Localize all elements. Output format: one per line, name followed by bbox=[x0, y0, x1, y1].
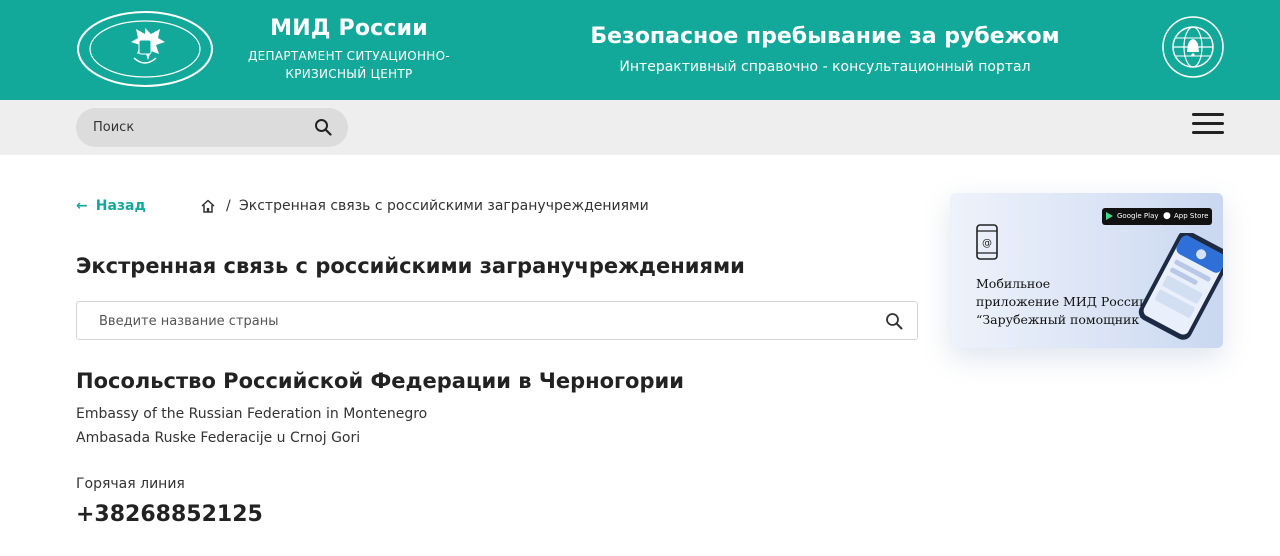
country-search-input[interactable]: Введите название страны bbox=[76, 301, 918, 340]
dskc-globe-logo[interactable] bbox=[1160, 14, 1226, 80]
google-play-label: Google Play bbox=[1117, 212, 1159, 220]
home-icon[interactable] bbox=[200, 198, 216, 214]
apple-icon: ● bbox=[1163, 211, 1171, 221]
page-title: Экстренная связь с российскими загранучр… bbox=[76, 254, 745, 278]
site-header: МИД России ДЕПАРТАМЕНТ СИТУАЦИОННО- КРИЗ… bbox=[0, 0, 1280, 100]
brand-block: МИД России ДЕПАРТАМЕНТ СИТУАЦИОННО- КРИЗ… bbox=[234, 16, 464, 83]
back-label: Назад bbox=[95, 198, 146, 214]
arrow-left-icon: ← bbox=[76, 198, 88, 214]
menu-bar bbox=[1192, 122, 1224, 125]
svg-text:@: @ bbox=[982, 238, 992, 249]
embassy-title-montenegrin: Ambasada Ruske Federacije u Crnoj Gori bbox=[76, 430, 361, 446]
search-icon[interactable] bbox=[885, 312, 903, 330]
brand-subtitle-line1: ДЕПАРТАМЕНТ СИТУАЦИОННО- bbox=[247, 49, 451, 63]
embassy-title-english: Embassy of the Russian Federation in Mon… bbox=[76, 406, 428, 422]
brand-title[interactable]: МИД России bbox=[234, 16, 464, 41]
portal-block: Безопасное пребывание за рубежом Интерак… bbox=[590, 24, 1060, 75]
hotline-phone-number[interactable]: +38268852125 bbox=[76, 502, 263, 527]
google-play-badge[interactable]: Google Play bbox=[1102, 208, 1163, 225]
embassy-title: Посольство Российской Федерации в Черног… bbox=[76, 369, 684, 393]
promo-line1: Мобильное bbox=[976, 276, 1051, 291]
brand-subtitle-line2: КРИЗИСНЫЙ ЦЕНТР bbox=[285, 67, 413, 81]
back-link[interactable]: ← Назад bbox=[76, 198, 146, 214]
app-store-label: App Store bbox=[1174, 212, 1209, 220]
mid-emblem-logo[interactable] bbox=[76, 10, 214, 88]
promo-line3: “Зарубежный помощник” bbox=[976, 312, 1146, 327]
google-play-icon bbox=[1106, 212, 1113, 220]
hotline-label: Горячая линия bbox=[76, 476, 185, 492]
portal-title[interactable]: Безопасное пребывание за рубежом bbox=[590, 24, 1060, 49]
menu-bar bbox=[1192, 131, 1224, 134]
phone-screenshot-illustration bbox=[1138, 233, 1223, 340]
mobile-phone-icon: @ bbox=[976, 224, 998, 260]
promo-text: Мобильное приложение МИД России “Зарубеж… bbox=[976, 275, 1148, 329]
site-search-input[interactable]: Поиск bbox=[76, 108, 348, 147]
menu-bar bbox=[1192, 113, 1224, 116]
app-store-badge[interactable]: ● App Store bbox=[1159, 208, 1213, 225]
breadcrumb-separator: / bbox=[226, 198, 231, 214]
portal-subtitle: Интерактивный справочно - консультационн… bbox=[619, 59, 1031, 75]
brand-subtitle: ДЕПАРТАМЕНТ СИТУАЦИОННО- КРИЗИСНЫЙ ЦЕНТР bbox=[234, 47, 464, 83]
search-icon[interactable] bbox=[314, 118, 332, 136]
search-toolbar: Поиск bbox=[0, 100, 1280, 155]
breadcrumb-current: Экстренная связь с российскими загранучр… bbox=[239, 198, 649, 214]
promo-line2: приложение МИД России bbox=[976, 294, 1148, 309]
country-search-placeholder: Введите название страны bbox=[99, 314, 279, 329]
mobile-app-promo-card[interactable]: @ Google Play ● App Store Мобильное прил… bbox=[950, 193, 1223, 348]
hamburger-menu-icon[interactable] bbox=[1192, 113, 1224, 137]
site-search-placeholder: Поиск bbox=[93, 120, 135, 135]
